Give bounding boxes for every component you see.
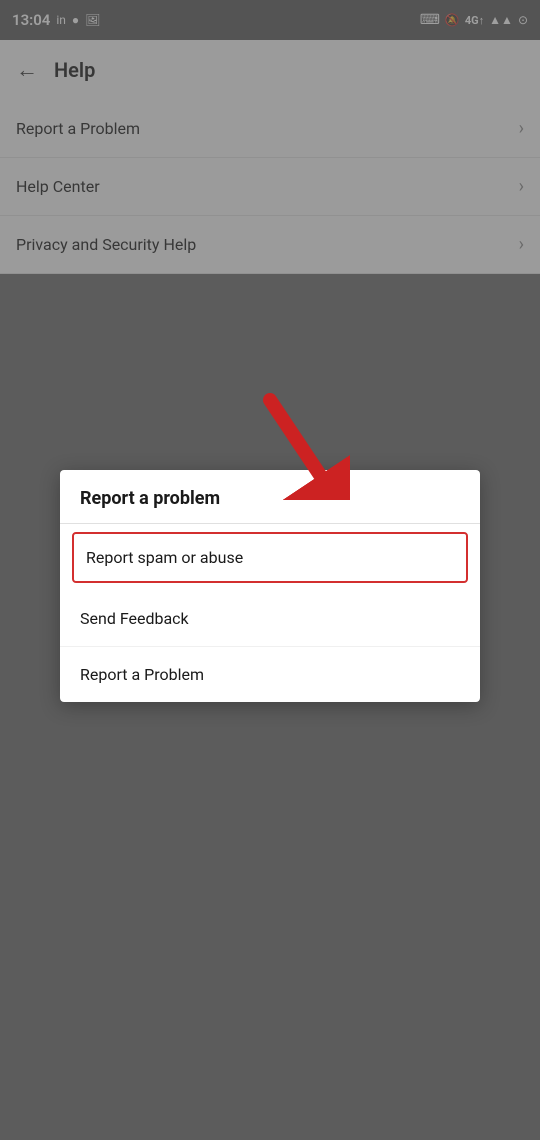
dropdown-item-report-spam[interactable]: Report spam or abuse — [72, 532, 468, 583]
dropdown-popup: Report a problem Report spam or abuse Se… — [60, 470, 480, 702]
dropdown-item-send-feedback[interactable]: Send Feedback — [60, 591, 480, 647]
red-arrow-annotation — [250, 390, 350, 500]
dropdown-item-report-problem[interactable]: Report a Problem — [60, 647, 480, 702]
